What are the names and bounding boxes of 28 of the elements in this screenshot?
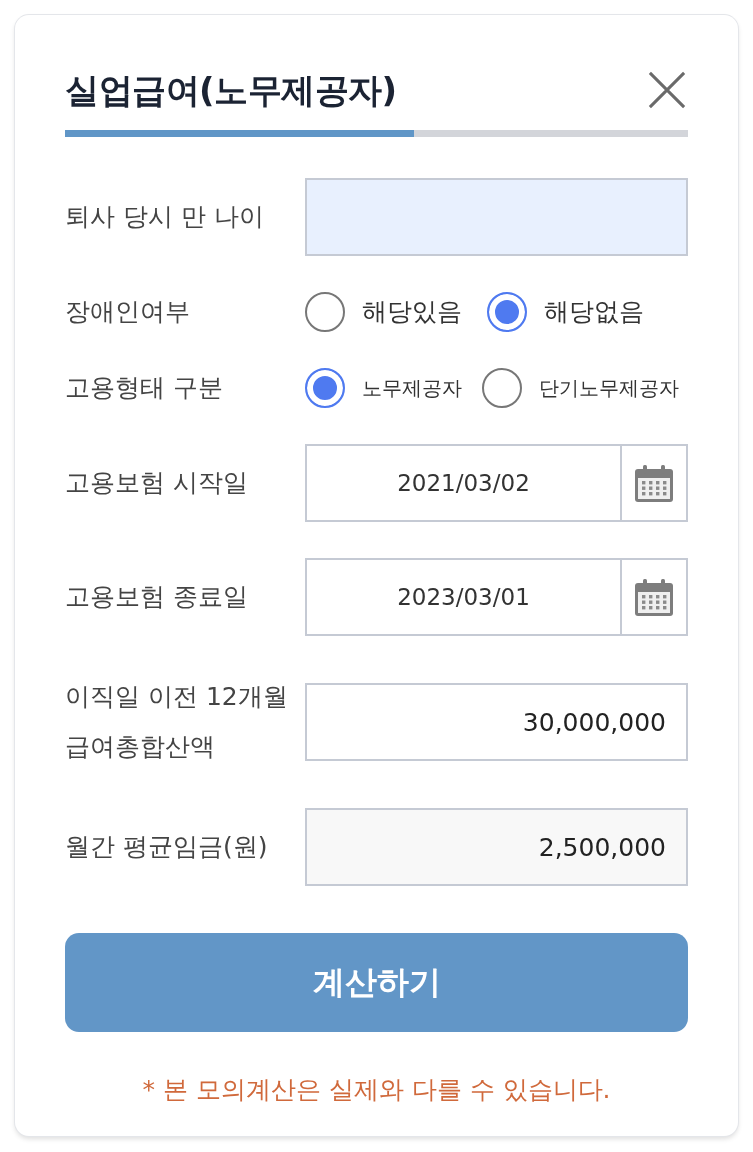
- option-label[interactable]: 단기노무제공자: [539, 368, 679, 408]
- field-label: 이직일 이전 12개월 급여총합산액: [65, 681, 289, 763]
- field-label: 퇴사 당시 만 나이: [65, 201, 265, 233]
- date-field[interactable]: 2021/03/02: [305, 444, 622, 522]
- calendar-button[interactable]: [622, 444, 688, 522]
- calendar-button[interactable]: [622, 558, 688, 636]
- readonly-field: 2,500,000: [305, 808, 688, 886]
- dialog-title: 실업급여(노무제공자): [65, 69, 397, 112]
- field-label: 고용보험 종료일: [65, 581, 249, 613]
- calendar-icon: [634, 578, 674, 616]
- disclaimer-note: * 본 모의계산은 실제와 다를 수 있습니다.: [141, 1074, 612, 1106]
- close-icon: [648, 71, 686, 109]
- close-button[interactable]: [648, 71, 686, 109]
- field-label: 고용보험 시작일: [65, 467, 249, 499]
- radio-button[interactable]: [482, 368, 522, 408]
- input-field[interactable]: [305, 178, 688, 256]
- option-label[interactable]: 해당있음: [362, 292, 462, 332]
- option-label[interactable]: 노무제공자: [362, 368, 462, 408]
- date-field[interactable]: 2023/03/01: [305, 558, 622, 636]
- input-field[interactable]: 30,000,000: [305, 683, 688, 761]
- field-label: 월간 평균임금(원): [65, 831, 269, 863]
- radio-button[interactable]: [487, 292, 527, 332]
- field-label: 장애인여부: [65, 296, 191, 328]
- field-label: 고용형태 구분: [65, 372, 224, 404]
- calendar-icon: [634, 464, 674, 502]
- radio-button[interactable]: [305, 292, 345, 332]
- option-label[interactable]: 해당없음: [544, 292, 644, 332]
- radio-button[interactable]: [305, 368, 345, 408]
